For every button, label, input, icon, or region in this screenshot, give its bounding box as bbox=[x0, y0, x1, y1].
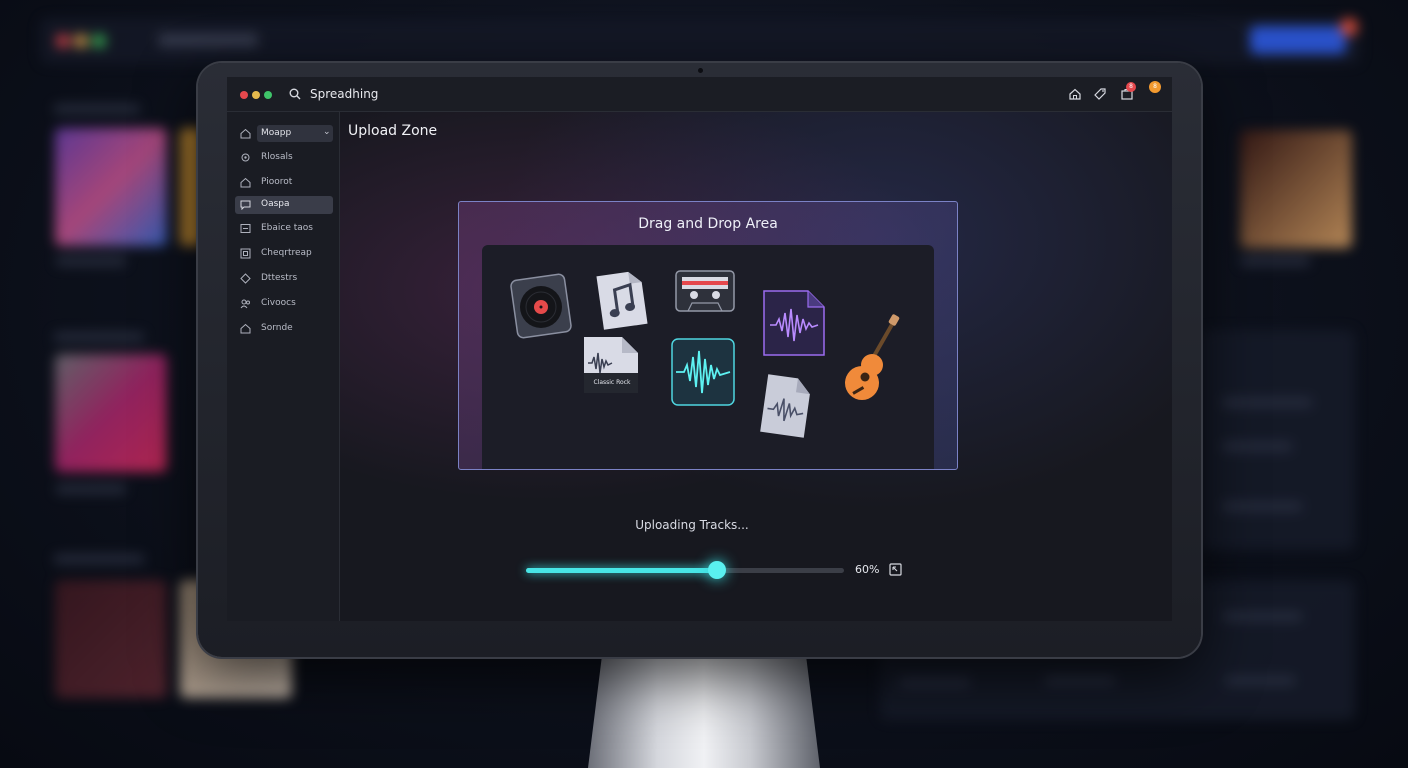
sidebar-item-label: Dttestrs bbox=[261, 273, 298, 283]
sidebar-item-label: Moapp bbox=[261, 128, 292, 138]
sidebar-item-6[interactable]: Dttestrs bbox=[235, 270, 333, 288]
bg-dot bbox=[92, 34, 106, 48]
monitor-stand bbox=[588, 656, 820, 768]
bg-badge bbox=[1340, 18, 1358, 36]
sidebar-item-2[interactable]: Pioorot bbox=[235, 174, 333, 192]
bg-label bbox=[1240, 256, 1310, 266]
avatar[interactable]: 8 bbox=[1149, 81, 1161, 93]
sidebar-item-4[interactable]: Ebaice taos bbox=[235, 220, 333, 238]
music-note-file-icon bbox=[596, 271, 648, 330]
bg-tile bbox=[1240, 130, 1352, 248]
drag-drop-zone[interactable]: Drag and Drop Area Classic Rock bbox=[458, 201, 958, 470]
bg-label bbox=[54, 332, 144, 342]
home-icon bbox=[240, 323, 251, 334]
sidebar-item-5[interactable]: Cheqrtreap bbox=[235, 245, 333, 263]
search-icon[interactable] bbox=[289, 88, 301, 100]
dropzone-title: Drag and Drop Area bbox=[638, 216, 778, 232]
window-close-button[interactable] bbox=[240, 91, 248, 99]
page-title: Upload Zone bbox=[348, 123, 438, 139]
sidebar: Moapp ⌄ Rlosals Pioorot Oaspa Ebaice tao… bbox=[227, 112, 340, 621]
bg-button bbox=[1250, 26, 1346, 54]
app-title: Spreadhing bbox=[310, 87, 379, 101]
guitar-icon bbox=[845, 314, 900, 400]
main-content: Upload Zone Drag and Drop Area Classic R… bbox=[340, 112, 1172, 621]
bg-line bbox=[900, 678, 970, 687]
progress-handle[interactable] bbox=[707, 561, 726, 579]
bg-label bbox=[56, 256, 126, 266]
tag-icon[interactable] bbox=[1093, 87, 1107, 101]
square-icon bbox=[240, 248, 251, 259]
bg-line bbox=[1222, 502, 1302, 511]
sidebar-item-7[interactable]: Civoocs bbox=[235, 295, 333, 313]
bg-tile bbox=[55, 128, 167, 246]
home-icon bbox=[240, 128, 251, 139]
home-icon[interactable] bbox=[1068, 87, 1082, 101]
bg-label bbox=[54, 104, 140, 114]
window-minimize-button[interactable] bbox=[252, 91, 260, 99]
cassette-icon bbox=[675, 270, 735, 312]
bg-title bbox=[158, 33, 258, 47]
bg-label bbox=[56, 484, 126, 494]
top-bar: Spreadhing 8 8 bbox=[227, 77, 1172, 112]
classic-rock-file-icon bbox=[584, 337, 638, 393]
file-label: Classic Rock bbox=[593, 379, 631, 386]
bg-line bbox=[1045, 676, 1115, 685]
bg-line bbox=[1222, 612, 1302, 621]
sidebar-item-label: Cheqrtreap bbox=[261, 248, 312, 258]
bg-panel bbox=[1200, 330, 1355, 550]
progress-fill bbox=[526, 568, 717, 573]
sidebar-item-label: Ebaice taos bbox=[261, 223, 314, 233]
camera bbox=[698, 68, 703, 73]
audio-file-icon bbox=[760, 374, 810, 438]
chevron-down-icon: ⌄ bbox=[323, 127, 331, 137]
chat-icon bbox=[240, 200, 251, 210]
bg-label bbox=[54, 554, 144, 564]
sidebar-item-dropdown[interactable]: Moapp ⌄ bbox=[235, 125, 333, 143]
upload-status: Uploading Tracks... bbox=[635, 518, 749, 532]
expand-icon[interactable] bbox=[889, 563, 902, 576]
sidebar-item-label: Civoocs bbox=[261, 298, 296, 308]
bg-tile bbox=[55, 580, 167, 698]
waveform-icon bbox=[671, 338, 735, 406]
sidebar-item-8[interactable]: Sornde bbox=[235, 320, 333, 338]
sidebar-item-3[interactable]: Oaspa bbox=[235, 196, 333, 214]
diamond-icon bbox=[240, 273, 251, 284]
gear-icon bbox=[241, 153, 250, 162]
sidebar-item-label: Oaspa bbox=[261, 199, 290, 209]
dropzone-inner[interactable]: Classic Rock bbox=[482, 245, 934, 469]
bg-line bbox=[1225, 676, 1295, 685]
window-maximize-button[interactable] bbox=[264, 91, 272, 99]
bg-tile bbox=[55, 354, 167, 472]
home-icon bbox=[240, 177, 251, 188]
sidebar-item-label: Pioorot bbox=[261, 177, 293, 187]
bg-dot bbox=[56, 34, 70, 48]
progress-percent: 60% bbox=[855, 563, 880, 576]
upload-progress-bar[interactable] bbox=[526, 561, 844, 579]
sidebar-item-1[interactable]: Rlosals bbox=[235, 149, 333, 167]
audio-waveform-file-icon bbox=[763, 290, 825, 356]
sidebar-item-label: Sornde bbox=[261, 323, 293, 333]
bg-line bbox=[1222, 398, 1312, 407]
bg-line bbox=[1222, 442, 1292, 451]
notification-badge: 8 bbox=[1126, 82, 1136, 92]
people-icon bbox=[240, 299, 250, 309]
sidebar-item-label: Rlosals bbox=[261, 152, 293, 162]
list-icon bbox=[240, 224, 251, 233]
bg-dot bbox=[74, 34, 88, 48]
vinyl-record-icon bbox=[510, 273, 572, 339]
app-window: Spreadhing 8 8 Moapp ⌄ Rlosals Pioorot O… bbox=[227, 77, 1172, 621]
